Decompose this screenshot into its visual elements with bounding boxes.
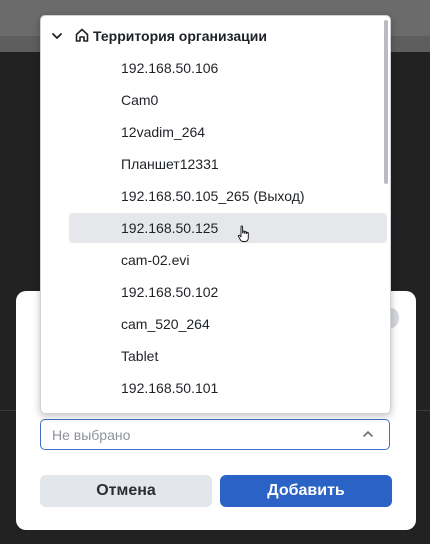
dropdown-item[interactable]: 192.168.50.101	[69, 373, 387, 403]
group-label: Территория организации	[93, 28, 267, 44]
dropdown-item[interactable]: Cam0	[69, 85, 387, 115]
dropdown-item-label: 12vadim_264	[121, 124, 206, 140]
dropdown-item-label: 192.168.50.105_265 (Выход)	[121, 188, 305, 204]
dropdown-item-label: 192.168.50.101	[121, 380, 219, 396]
hand-cursor-icon	[237, 225, 249, 242]
cancel-button[interactable]: Отмена	[40, 475, 212, 507]
select-placeholder: Не выбрано	[52, 427, 131, 443]
dropdown-item[interactable]: 192.168.50.125	[69, 213, 387, 243]
add-button[interactable]: Добавить	[220, 475, 392, 507]
dropdown-item[interactable]: 192.168.50.102	[69, 277, 387, 307]
dropdown-item[interactable]: 192.168.50.106	[69, 53, 387, 83]
dropdown-item-label: Планшет12331	[121, 156, 219, 172]
chevron-up-icon	[363, 431, 373, 437]
dropdown-item-label: Cam0	[121, 92, 159, 108]
dropdown-item[interactable]: Планшет12331	[69, 149, 387, 179]
dropdown-item-label: 192.168.50.125	[121, 220, 219, 236]
dropdown-item[interactable]: cam_520_264	[69, 309, 387, 339]
device-dropdown: Территория организации 192.168.50.106 Cam…	[40, 15, 391, 414]
chevron-down-icon[interactable]	[51, 30, 63, 42]
scrollbar[interactable]	[384, 20, 388, 184]
dropdown-item[interactable]: 12vadim_264	[69, 117, 387, 147]
device-select[interactable]: Не выбрано	[40, 419, 390, 450]
dropdown-item-label: 192.168.50.102	[121, 284, 219, 300]
dropdown-item[interactable]: Tablet	[69, 341, 387, 371]
dropdown-item[interactable]: 192.168.50.105_265 (Выход)	[69, 181, 387, 211]
dropdown-item[interactable]: cam-02.evi	[69, 245, 387, 275]
dropdown-item-label: cam-02.evi	[121, 252, 190, 268]
group-header[interactable]: Территория организации	[41, 24, 381, 48]
home-icon	[75, 28, 89, 42]
dropdown-item-label: cam_520_264	[121, 316, 210, 332]
dropdown-item-label: Tablet	[121, 348, 159, 364]
dropdown-item-label: 192.168.50.106	[121, 60, 219, 76]
